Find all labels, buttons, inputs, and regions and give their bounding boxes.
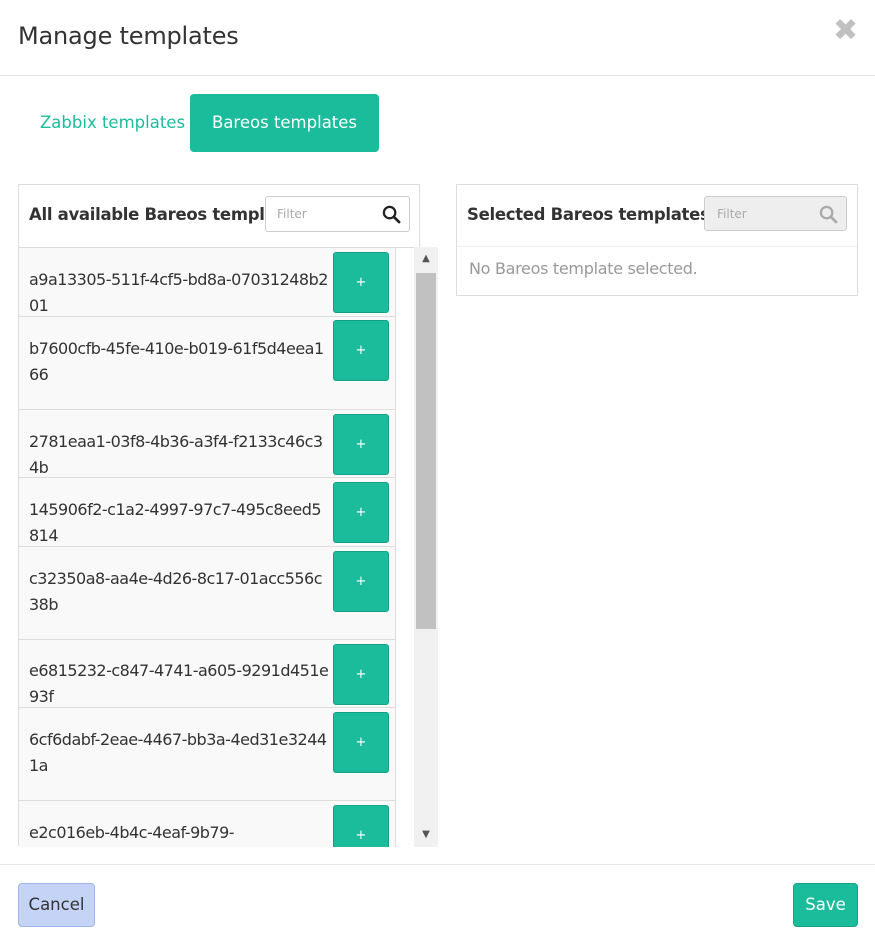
- template-id: b7600cfb-45fe-410e-b019-61f5d4eea166: [29, 339, 324, 384]
- list-item: e2c016eb-4b4c-4eaf-9b79- +: [19, 801, 396, 847]
- cancel-button[interactable]: Cancel: [18, 883, 95, 927]
- save-button[interactable]: Save: [793, 883, 858, 927]
- modal-footer: Cancel Save: [0, 864, 875, 943]
- selected-templates-title: Selected Bareos templates: [467, 205, 710, 224]
- add-template-button[interactable]: +: [333, 414, 389, 475]
- no-selection-message: No Bareos template selected.: [469, 259, 698, 278]
- add-template-button[interactable]: +: [333, 252, 389, 313]
- selected-filter: [704, 196, 847, 231]
- close-icon[interactable]: ✖: [833, 16, 858, 46]
- scroll-thumb[interactable]: [416, 273, 436, 629]
- add-template-button[interactable]: +: [333, 320, 389, 381]
- search-icon: [819, 205, 838, 224]
- add-template-button[interactable]: +: [333, 805, 389, 847]
- available-templates-list: a9a13305-511f-4cf5-bd8a-07031248b201 + b…: [19, 247, 419, 847]
- template-id: a9a13305-511f-4cf5-bd8a-07031248b201: [29, 270, 328, 315]
- search-icon[interactable]: [382, 205, 401, 224]
- add-template-button[interactable]: +: [333, 551, 389, 612]
- template-id: e2c016eb-4b4c-4eaf-9b79-: [29, 823, 235, 842]
- list-scrollbar[interactable]: ▲ ▼: [414, 247, 438, 847]
- add-template-button[interactable]: +: [333, 644, 389, 705]
- list-item: a9a13305-511f-4cf5-bd8a-07031248b201 +: [19, 248, 396, 317]
- list-item: 145906f2-c1a2-4997-97c7-495c8eed5814 +: [19, 478, 396, 547]
- list-item: e6815232-c847-4741-a605-9291d451e93f +: [19, 640, 396, 708]
- selected-filter-input: [705, 197, 815, 230]
- modal-header: Manage templates ✖: [0, 0, 875, 76]
- tab-zabbix-templates[interactable]: Zabbix templates: [18, 94, 207, 152]
- available-filter: [265, 196, 410, 232]
- available-filter-input[interactable]: [266, 197, 376, 231]
- selected-templates-panel: Selected Bareos templates No Bareos temp…: [456, 184, 858, 296]
- available-templates-panel: All available Bareos templates a9a13305-…: [18, 184, 438, 847]
- template-id: 6cf6dabf-2eae-4467-bb3a-4ed31e32441a: [29, 730, 327, 775]
- list-item: b7600cfb-45fe-410e-b019-61f5d4eea166 +: [19, 317, 396, 410]
- list-item: 6cf6dabf-2eae-4467-bb3a-4ed31e32441a +: [19, 708, 396, 801]
- list-item: c32350a8-aa4e-4d26-8c17-01acc556c38b +: [19, 547, 396, 640]
- template-id: e6815232-c847-4741-a605-9291d451e93f: [29, 661, 329, 706]
- list-item: 2781eaa1-03f8-4b36-a3f4-f2133c46c34b +: [19, 410, 396, 478]
- tab-bareos-templates[interactable]: Bareos templates: [190, 94, 380, 152]
- template-id: c32350a8-aa4e-4d26-8c17-01acc556c38b: [29, 569, 323, 614]
- add-template-button[interactable]: +: [333, 712, 389, 773]
- available-templates-title: All available Bareos templates: [29, 205, 304, 224]
- template-id: 145906f2-c1a2-4997-97c7-495c8eed5814: [29, 500, 322, 545]
- selected-templates-header: Selected Bareos templates: [457, 185, 857, 247]
- scroll-up-arrow-icon[interactable]: ▲: [414, 247, 438, 271]
- available-list-inner: a9a13305-511f-4cf5-bd8a-07031248b201 + b…: [19, 248, 396, 847]
- available-templates-header: All available Bareos templates: [19, 185, 419, 247]
- scroll-down-arrow-icon[interactable]: ▼: [414, 823, 438, 847]
- modal-title: Manage templates: [18, 22, 239, 50]
- add-template-button[interactable]: +: [333, 482, 389, 543]
- template-id: 2781eaa1-03f8-4b36-a3f4-f2133c46c34b: [29, 432, 323, 477]
